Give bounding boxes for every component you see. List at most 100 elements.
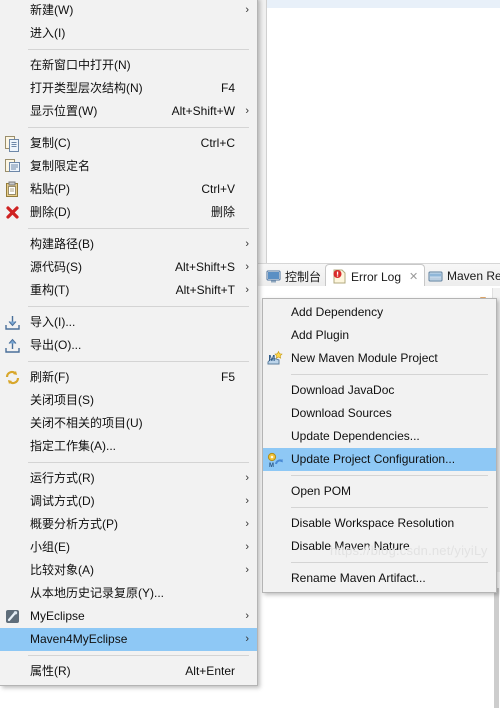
context-menu-item-label: 进入(I) [30,26,66,40]
menu-separator [28,361,249,362]
context-menu-item[interactable]: 源代码(S) Alt+Shift+S › [0,256,257,279]
context-menu-item-label: 关闭项目(S) [30,393,94,407]
context-menu-item-accelerator: Ctrl+C [200,136,235,150]
context-menu-item-label: 比较对象(A) [30,563,94,577]
submenu-item[interactable]: Add Plugin [263,324,496,347]
context-menu-item-label: 构建路径(B) [30,237,94,251]
context-menu-item-accelerator: Alt+Enter [185,664,235,678]
submenu-item-label: New Maven Module Project [291,351,438,365]
context-menu-item[interactable]: 复制(C) Ctrl+C [0,132,257,155]
context-menu-item[interactable]: 在新窗口中打开(N) [0,54,257,77]
context-menu-item[interactable]: 粘贴(P) Ctrl+V [0,178,257,201]
menu-separator [291,374,488,375]
menu-separator [291,562,488,563]
editor-area [266,8,500,263]
submenu-item[interactable]: Download JavaDoc [263,379,496,402]
paste-icon [4,181,21,198]
console-icon [266,269,281,284]
context-menu-item[interactable]: 删除(D) 删除 [0,201,257,224]
context-menu-item[interactable]: 刷新(F) F5 [0,366,257,389]
context-menu-item-label: 运行方式(R) [30,471,95,485]
submenu-item-label: Update Project Configuration... [291,452,456,466]
context-menu-item-label: 源代码(S) [30,260,82,274]
import-icon [4,314,21,331]
context-menu-item[interactable]: 进入(I) [0,22,257,45]
context-menu-item[interactable]: 从本地历史记录复原(Y)... [0,582,257,605]
context-menu-item-accelerator: F5 [220,370,235,384]
scrollbar-thumb[interactable] [494,588,499,708]
context-menu-item[interactable]: 小组(E) › [0,536,257,559]
submenu-item-label: Disable Workspace Resolution [291,516,455,530]
error-log-icon [332,269,347,284]
submenu-item[interactable]: Update Dependencies... [263,425,496,448]
menu-separator [28,127,249,128]
context-menu-item[interactable]: 概要分析方式(P) › [0,513,257,536]
submenu-item[interactable]: M New Maven Module Project [263,347,496,370]
context-menu-item-accelerator: Ctrl+V [201,182,235,196]
context-menu-item-label: 小组(E) [30,540,70,554]
context-menu-item-accelerator: Alt+Shift+S [174,260,235,274]
submenu-item[interactable]: Rename Maven Artifact... [263,567,496,590]
export-icon [4,337,21,354]
context-menu-item-label: 指定工作集(A)... [30,439,116,453]
context-menu-item[interactable]: 重构(T) Alt+Shift+T › [0,279,257,302]
context-menu-item[interactable]: 构建路径(B) › [0,233,257,256]
submenu-item[interactable]: Disable Workspace Resolution [263,512,496,535]
context-menu-item[interactable]: MyEclipse › [0,605,257,628]
context-menu-item[interactable]: Maven4MyEclipse › [0,628,257,651]
context-menu-item[interactable]: 运行方式(R) › [0,467,257,490]
context-menu-item-accelerator: Alt+Shift+T [175,283,235,297]
context-menu-item-label: 打开类型层次结构(N) [30,81,143,95]
submenu-item[interactable]: Download Sources [263,402,496,425]
context-menu-item[interactable]: 复制限定名 [0,155,257,178]
refresh-icon [4,369,21,386]
submenu-item[interactable]: Open POM [263,480,496,503]
menu-separator [291,475,488,476]
project-context-menu[interactable]: 新建(W) › 进入(I) 在新窗口中打开(N) 打开类型层次结构(N) F4 显示位置(W… [0,0,258,686]
context-menu-item[interactable]: 比较对象(A) › [0,559,257,582]
watermark: https://blog.csdn.net/yiyiLy [330,543,488,558]
context-menu-item[interactable]: 显示位置(W) Alt+Shift+W › [0,100,257,123]
view-tab[interactable]: Maven Rep [422,264,500,288]
submenu-item[interactable]: M Update Project Configuration... [263,448,496,471]
context-menu-item[interactable]: 新建(W) › [0,0,257,22]
view-tab-label: Error Log [351,269,402,284]
svg-text:M: M [269,463,274,468]
context-menu-item-label: Maven4MyEclipse [30,632,128,646]
view-tab-label: Maven Rep [447,269,500,283]
submenu-chevron-icon: › [245,633,249,645]
menu-separator [28,228,249,229]
context-menu-item-label: 重构(T) [30,283,70,297]
submenu-chevron-icon: › [245,105,249,117]
context-menu-item[interactable]: 打开类型层次结构(N) F4 [0,77,257,100]
context-menu-item[interactable]: 属性(R) Alt+Enter [0,660,257,683]
context-menu-item[interactable]: 导入(I)... [0,311,257,334]
submenu-chevron-icon: › [245,495,249,507]
submenu-item[interactable]: Add Dependency [263,301,496,324]
maven-repository-icon [428,269,443,284]
context-menu-item-label: 调试方式(D) [30,494,95,508]
view-tab[interactable]: Error Log ✕ [325,264,426,288]
context-menu-item[interactable]: 调试方式(D) › [0,490,257,513]
context-menu-item-label: 概要分析方式(P) [30,517,118,531]
view-tab[interactable]: 控制台 [260,264,327,288]
toolbar-strip [258,0,500,8]
context-menu-item[interactable]: 指定工作集(A)... [0,435,257,458]
context-menu-item[interactable]: 导出(O)... [0,334,257,357]
context-menu-item[interactable]: 关闭项目(S) [0,389,257,412]
vertical-sash[interactable] [258,0,267,263]
close-icon[interactable]: ✕ [409,270,418,283]
submenu-item-label: Download Sources [291,406,392,420]
context-menu-item-label: 关闭不相关的项目(U) [30,416,143,430]
view-tab-bar[interactable]: 控制台 Error Log ✕ Maven Rep [258,263,500,288]
menu-separator [28,655,249,656]
submenu-item-label: Add Dependency [291,305,384,319]
view-tab-label: 控制台 [285,269,322,284]
submenu-item-label: Add Plugin [291,328,350,342]
copy-icon [4,135,21,152]
context-menu-item-label: 在新窗口中打开(N) [30,58,131,72]
menu-separator [28,306,249,307]
submenu-item-label: Download JavaDoc [291,383,395,397]
submenu-chevron-icon: › [245,610,249,622]
context-menu-item[interactable]: 关闭不相关的项目(U) [0,412,257,435]
